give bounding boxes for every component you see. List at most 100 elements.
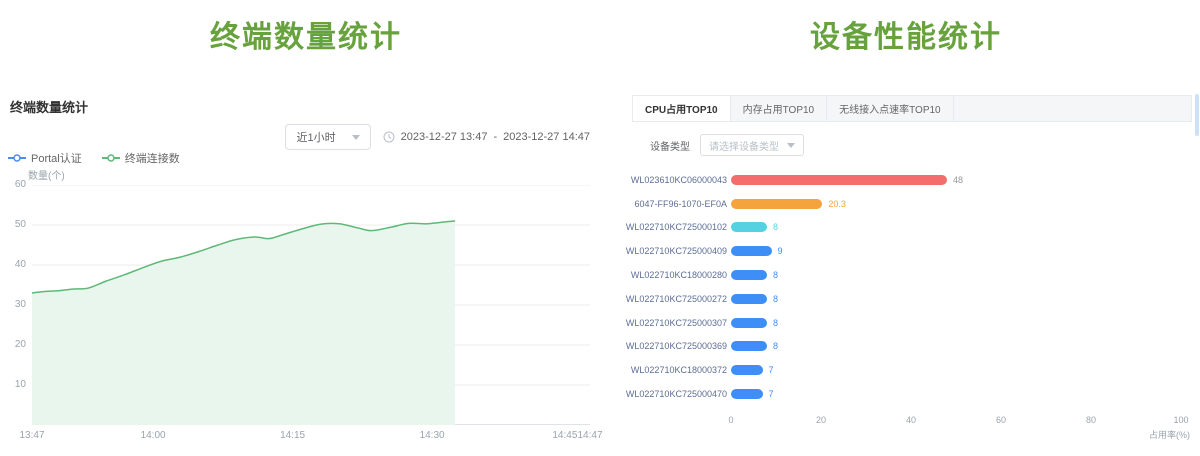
time-range-value: 近1小时 bbox=[296, 129, 335, 145]
bar-row: WL022710KC725000470 7 bbox=[612, 382, 1200, 406]
date-separator: - bbox=[493, 131, 497, 143]
date-start: 2023-12-27 13:47 bbox=[401, 131, 488, 143]
tab[interactable]: CPU占用TOP10 bbox=[633, 96, 731, 121]
bar-value: 8 bbox=[773, 294, 778, 304]
x-tick-label: 14:30 bbox=[420, 430, 445, 441]
device-name: WL022710KC725000307 bbox=[622, 318, 727, 328]
bar-value: 48 bbox=[953, 175, 963, 185]
bar-row: WL022710KC725000369 8 bbox=[612, 335, 1200, 359]
bar-row: WL022710KC725000272 8 bbox=[612, 287, 1200, 311]
right-section-title: 设备性能统计 bbox=[612, 12, 1200, 56]
bar-track: 8 bbox=[731, 270, 1181, 280]
scrollbar-thumb[interactable] bbox=[1195, 94, 1199, 136]
legend-item[interactable]: 终端连接数 bbox=[102, 150, 180, 166]
bar-track: 9 bbox=[731, 246, 1181, 256]
terminal-stats-section: 终端数量统计 终端数量统计 近1小时 2023-12-27 13:47 - 20… bbox=[0, 0, 612, 456]
bar-value: 7 bbox=[769, 389, 774, 399]
legend-label: 终端连接数 bbox=[125, 150, 180, 166]
bar bbox=[731, 389, 763, 399]
bar-value: 8 bbox=[773, 222, 778, 232]
bar-x-ticks: 020406080100 bbox=[731, 415, 1181, 427]
device-name: WL023610KC06000043 bbox=[622, 175, 727, 185]
bar bbox=[731, 175, 947, 185]
legend-marker-icon bbox=[102, 154, 120, 162]
bar-track: 48 bbox=[731, 175, 1181, 185]
clock-icon bbox=[383, 131, 395, 143]
left-section-title: 终端数量统计 bbox=[0, 12, 612, 56]
bar-value: 8 bbox=[773, 270, 778, 280]
bar-value: 8 bbox=[773, 318, 778, 328]
device-type-label: 设备类型 bbox=[650, 138, 690, 153]
bar-row: WL022710KC725000409 9 bbox=[612, 239, 1200, 263]
bar-track: 8 bbox=[731, 341, 1181, 351]
bar-track: 8 bbox=[731, 318, 1181, 328]
device-name: WL022710KC725000272 bbox=[622, 294, 727, 304]
device-performance-section: 设备性能统计 CPU占用TOP10内存占用TOP10无线接入点速率TOP10 设… bbox=[612, 0, 1200, 456]
y-tick-label: 20 bbox=[0, 339, 26, 350]
line-chart-svg bbox=[32, 185, 590, 425]
legend-item[interactable]: Portal认证 bbox=[8, 150, 82, 166]
x-tick-label: 14:15 bbox=[280, 430, 305, 441]
y-tick-label: 10 bbox=[0, 379, 26, 390]
bar-value: 20.3 bbox=[828, 199, 846, 209]
bar-track: 7 bbox=[731, 389, 1181, 399]
tabs: CPU占用TOP10内存占用TOP10无线接入点速率TOP10 bbox=[632, 95, 1192, 122]
y-tick-label: 50 bbox=[0, 219, 26, 230]
y-tick-label: 40 bbox=[0, 259, 26, 270]
y-tick-label: 60 bbox=[0, 179, 26, 190]
device-type-select[interactable]: 请选择设备类型 bbox=[700, 134, 804, 156]
bar-x-tick-label: 80 bbox=[1086, 415, 1096, 425]
device-type-row: 设备类型 请选择设备类型 bbox=[650, 134, 804, 156]
bar-row: WL023610KC06000043 48 bbox=[612, 168, 1200, 192]
bar-track: 7 bbox=[731, 365, 1181, 375]
bar-rows: WL023610KC06000043 48 6047-FF96-1070-EF0A 2… bbox=[612, 168, 1200, 406]
bar bbox=[731, 294, 767, 304]
date-end: 2023-12-27 14:47 bbox=[503, 131, 590, 143]
y-axis-title: 数量(个) bbox=[28, 167, 65, 182]
bar-value: 8 bbox=[773, 341, 778, 351]
y-ticks: 605040302010 bbox=[0, 185, 26, 425]
x-tick-label: 14:45 bbox=[552, 430, 577, 441]
chart-controls: 近1小时 2023-12-27 13:47 - 2023-12-27 14:47 bbox=[285, 124, 590, 150]
tab[interactable]: 内存占用TOP10 bbox=[731, 96, 828, 121]
bar-x-tick-label: 20 bbox=[816, 415, 826, 425]
bar bbox=[731, 365, 763, 375]
area-fill bbox=[32, 221, 455, 425]
bar-x-tick-label: 40 bbox=[906, 415, 916, 425]
device-name: WL022710KC725000409 bbox=[622, 246, 727, 256]
device-name: 6047-FF96-1070-EF0A bbox=[622, 199, 727, 209]
bar bbox=[731, 318, 767, 328]
x-tick-label: 14:00 bbox=[141, 430, 166, 441]
bar-track: 20.3 bbox=[731, 199, 1181, 209]
line-chart bbox=[32, 185, 590, 425]
bar-x-axis-label: 占用率(%) bbox=[1149, 428, 1190, 441]
bar-value: 9 bbox=[778, 246, 783, 256]
bar-row: WL022710KC18000372 7 bbox=[612, 358, 1200, 382]
bar-row: WL022710KC7250001028 bbox=[612, 216, 1200, 240]
bar-track: 8 bbox=[731, 222, 1181, 232]
device-name: WL022710KC725000369 bbox=[622, 341, 727, 351]
time-range-select[interactable]: 近1小时 bbox=[285, 124, 370, 150]
device-name: WL022710KC18000372 bbox=[622, 365, 727, 375]
bar bbox=[731, 246, 772, 256]
x-tick-label: 14:47 bbox=[577, 430, 602, 441]
bar-x-tick-label: 0 bbox=[728, 415, 733, 425]
device-name: WL022710KC725000470 bbox=[622, 389, 727, 399]
bar bbox=[731, 341, 767, 351]
device-name: WL022710KC18000280 bbox=[622, 270, 727, 280]
terminal-chart-title: 终端数量统计 bbox=[10, 97, 88, 116]
bar bbox=[731, 270, 767, 280]
x-tick-label: 13:47 bbox=[19, 430, 44, 441]
legend-marker-icon bbox=[8, 154, 26, 162]
chevron-down-icon bbox=[787, 143, 795, 148]
date-range-picker[interactable]: 2023-12-27 13:47 - 2023-12-27 14:47 bbox=[383, 131, 590, 143]
y-tick-label: 30 bbox=[0, 299, 26, 310]
tab[interactable]: 无线接入点速率TOP10 bbox=[827, 96, 954, 121]
bar-x-tick-label: 60 bbox=[996, 415, 1006, 425]
bar bbox=[731, 222, 767, 232]
bar-row: WL022710KC725000307 8 bbox=[612, 311, 1200, 335]
bar-x-tick-label: 100 bbox=[1173, 415, 1188, 425]
legend: Portal认证 终端连接数 bbox=[8, 150, 180, 166]
bar-row: 6047-FF96-1070-EF0A 20.3 bbox=[612, 192, 1200, 216]
bar bbox=[731, 199, 822, 209]
